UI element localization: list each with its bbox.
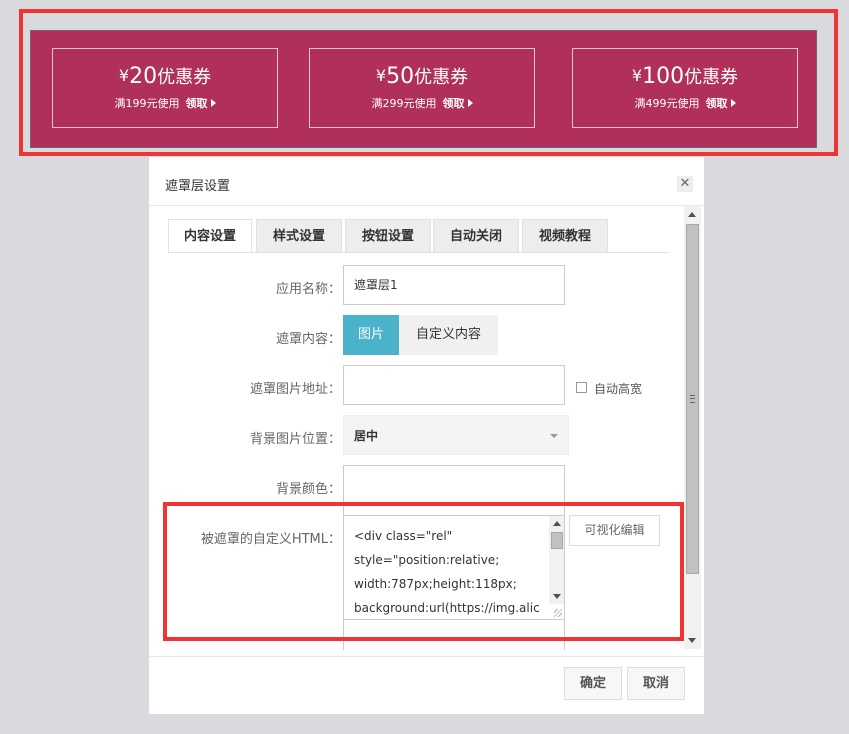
- mask-content-image-button[interactable]: 图片: [343, 315, 399, 355]
- coupon-100[interactable]: ¥100优惠券 满499元使用 领取: [572, 48, 798, 128]
- coupon-banner: ¥20优惠券 满199元使用 领取 ¥50优惠券 满299元使用 领取 ¥100优惠…: [30, 30, 817, 148]
- mask-content-label: 遮罩内容：: [275, 332, 341, 347]
- caret-down-icon: [550, 434, 558, 438]
- highlight-frame-custom-html: [163, 502, 684, 641]
- app-name-input[interactable]: 遮罩层1: [343, 265, 565, 305]
- coupon-condition: 满499元使用: [634, 97, 700, 110]
- coupon-amount: 20: [129, 64, 158, 89]
- dialog-title: 遮罩层设置: [165, 179, 231, 194]
- currency-symbol: ¥: [631, 66, 643, 85]
- coupon-condition: 满299元使用: [371, 97, 437, 110]
- coupon-title: 优惠券: [157, 67, 212, 88]
- mask-image-url-input[interactable]: [343, 365, 565, 405]
- tab-auto-close[interactable]: 自动关闭: [433, 219, 519, 253]
- play-arrow-icon: [730, 99, 736, 107]
- tab-button-settings[interactable]: 按钮设置: [345, 219, 431, 253]
- coupon-20[interactable]: ¥20优惠券 满199元使用 领取: [52, 48, 278, 128]
- currency-symbol: ¥: [375, 66, 387, 85]
- claim-link[interactable]: 领取: [186, 97, 208, 110]
- bg-position-select[interactable]: 居中: [343, 415, 569, 455]
- tab-content-settings[interactable]: 内容设置: [168, 219, 252, 253]
- scroll-up-arrow-icon[interactable]: [688, 212, 696, 217]
- mask-content-custom-button[interactable]: 自定义内容: [399, 315, 498, 355]
- app-name-label: 应用名称：: [275, 282, 341, 297]
- bg-color-label: 背景颜色：: [275, 482, 341, 497]
- tabs-divider: [168, 252, 669, 253]
- cancel-button[interactable]: 取消: [627, 667, 685, 700]
- bg-position-value: 居中: [354, 429, 379, 443]
- claim-link[interactable]: 领取: [706, 97, 728, 110]
- close-icon[interactable]: ✕: [677, 176, 693, 192]
- header-divider: [149, 205, 704, 206]
- coupon-amount: 100: [642, 64, 685, 89]
- bg-position-label: 背景图片位置：: [249, 432, 341, 447]
- scroll-down-arrow-icon[interactable]: [688, 638, 696, 643]
- coupon-50[interactable]: ¥50优惠券 满299元使用 领取: [309, 48, 535, 128]
- auto-size-checkbox[interactable]: [576, 382, 587, 393]
- claim-link[interactable]: 领取: [443, 97, 465, 110]
- confirm-button[interactable]: 确定: [564, 667, 622, 700]
- mask-image-url-label: 遮罩图片地址：: [249, 382, 341, 397]
- play-arrow-icon: [467, 99, 473, 107]
- tab-video-tutorial[interactable]: 视频教程: [522, 219, 608, 253]
- tab-style-settings[interactable]: 样式设置: [256, 219, 342, 253]
- currency-symbol: ¥: [118, 66, 130, 85]
- grip-icon: [690, 395, 695, 403]
- play-arrow-icon: [210, 99, 216, 107]
- coupon-title: 优惠券: [684, 67, 739, 88]
- coupon-amount: 50: [386, 64, 415, 89]
- dialog-scroll-thumb[interactable]: [686, 224, 699, 574]
- coupon-title: 优惠券: [414, 67, 469, 88]
- dialog-scrollbar[interactable]: [684, 206, 701, 649]
- auto-size-label: 自动高宽: [594, 382, 643, 396]
- coupon-condition: 满199元使用: [114, 97, 180, 110]
- footer-divider: [149, 656, 704, 657]
